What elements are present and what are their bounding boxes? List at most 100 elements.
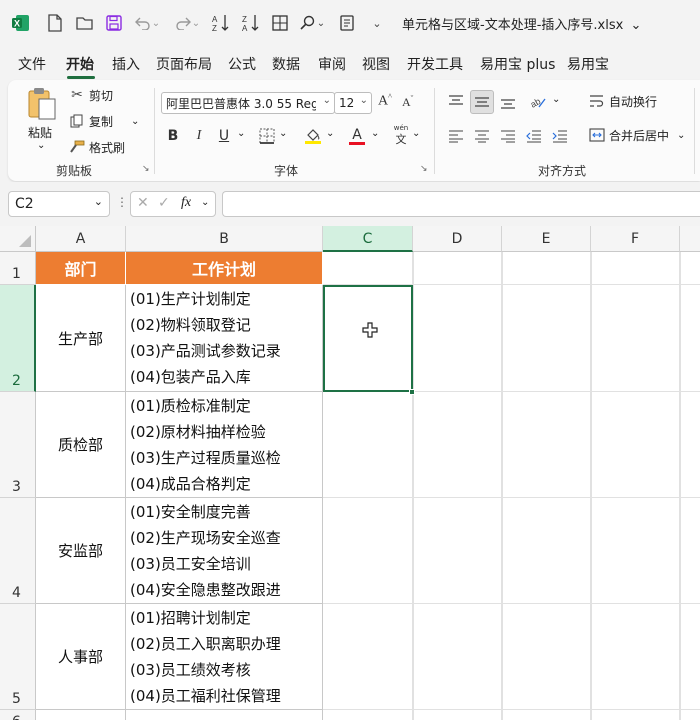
column-header-d[interactable]: D [413,226,502,252]
cell-work-plan[interactable]: (01)招聘计划制定 (02)员工入职离职办理 (03)员工绩效考核 (04)员工福利… [126,604,323,710]
decrease-indent-button[interactable] [522,124,546,148]
copy-button[interactable]: 复制 ⌄ [68,112,139,130]
phonetic-guide-button[interactable]: wén 文 [390,124,412,150]
paste-button[interactable]: 粘贴 ⌄ [20,86,64,154]
borders-button[interactable] [255,124,279,148]
cell-department[interactable]: 人事部 [36,604,126,710]
row-header-4[interactable]: 4 [0,498,36,604]
tab-home[interactable]: 开始 [66,54,94,74]
column-header-b[interactable]: B [126,226,323,252]
column-header-c[interactable]: C [323,226,413,252]
font-dialog-launcher-icon[interactable]: ↘ [420,164,428,174]
borders-icon[interactable] [269,12,291,34]
row-header-3[interactable]: 3 [0,392,36,498]
fill-color-button[interactable] [301,124,325,148]
sort-desc-icon[interactable]: ZA [240,12,262,34]
font-color-button[interactable]: A [345,124,369,148]
tab-insert[interactable]: 插入 [112,54,140,74]
cell-a1-header[interactable]: 部门 [36,252,126,285]
cell-work-plan[interactable]: (01)安全制度完善 (02)生产现场安全巡查 (03)员工安全培训 (04)安全隐患… [126,498,323,604]
align-right-button[interactable] [496,124,520,148]
font-size-value: 12 [339,96,355,110]
merge-center-dropdown-icon[interactable]: ⌄ [677,130,685,141]
merge-center-button[interactable]: 合并后居中 ⌄ [588,126,685,144]
cell-row6[interactable] [126,710,323,720]
cell-work-plan[interactable]: (01)生产计划制定 (02)物料领取登记 (03)产品测试参数记录 (04)包装产品… [126,285,323,392]
cut-button[interactable]: ✂ 剪切 [68,86,113,104]
phonetic-dropdown-icon[interactable]: ⌄ [412,128,420,139]
save-icon[interactable] [103,12,125,34]
underline-dropdown-icon[interactable]: ⌄ [237,128,245,139]
fill-color-dropdown-icon[interactable]: ⌄ [326,128,334,139]
align-bottom-button[interactable] [496,90,520,114]
align-top-button[interactable] [444,90,468,114]
italic-button[interactable]: I [187,124,211,148]
row-header-2[interactable]: 2 [0,285,36,392]
redo-dropdown-icon[interactable]: ⌄ [190,12,202,34]
tab-file[interactable]: 文件 [18,54,46,74]
row-header-6[interactable]: 6 [0,710,36,720]
chevron-down-icon[interactable]: ⌄ [201,197,209,208]
font-color-dropdown-icon[interactable]: ⌄ [371,128,379,139]
find-dropdown-icon[interactable]: ⌄ [315,12,327,34]
column-header-a[interactable]: A [36,226,126,252]
chevron-down-icon[interactable]: ⌄ [94,195,103,208]
align-left-button[interactable] [444,124,468,148]
tab-yiyongbao-plus[interactable]: 易用宝 plus [480,54,555,74]
name-box[interactable]: C2 ⌄ [8,191,110,217]
borders-dropdown-icon[interactable]: ⌄ [279,128,287,139]
customize-qat-icon[interactable]: ⌄ [366,12,388,34]
column-header-e[interactable]: E [502,226,591,252]
wrap-text-icon [588,92,606,110]
tab-developer[interactable]: 开发工具 [407,54,463,74]
more-options-icon[interactable]: ⋮ [116,195,128,209]
cell-department[interactable]: 生产部 [36,285,126,392]
font-color-swatch [349,141,365,145]
open-folder-icon[interactable] [74,12,96,34]
fill-handle[interactable] [409,389,415,395]
cell-work-plan[interactable]: (01)质检标准制定 (02)原材料抽样检验 (03)生产过程质量巡检 (04)成品合… [126,392,323,498]
wrap-text-button[interactable]: 自动换行 [588,92,657,110]
copy-dropdown-icon[interactable]: ⌄ [131,116,139,127]
select-all-button[interactable] [0,226,36,252]
format-painter-button[interactable]: 格式刷 [68,138,125,156]
orientation-dropdown-icon[interactable]: ⌄ [552,94,560,105]
underline-button[interactable]: U [212,124,236,148]
wrap-text-label: 自动换行 [609,94,658,109]
increase-font-size-button[interactable]: A^ [378,92,398,114]
tab-view[interactable]: 视图 [362,54,390,74]
tab-review[interactable]: 审阅 [318,54,346,74]
new-file-icon[interactable] [44,12,66,34]
cancel-icon[interactable]: ✕ [137,195,149,211]
formula-input[interactable] [222,191,700,217]
cell-b1-header[interactable]: 工作计划 [126,252,323,285]
document-title[interactable]: 单元格与区域-文本处理-插入序号.xlsx ⌄ [402,14,641,33]
font-size-select[interactable]: 12 ⌄ [334,92,372,114]
column-header-f[interactable]: F [591,226,680,252]
align-center-button[interactable] [470,124,494,148]
tab-page-layout[interactable]: 页面布局 [156,54,212,74]
cell-department[interactable]: 安监部 [36,498,126,604]
row-header-5[interactable]: 5 [0,604,36,710]
paste-dropdown-icon[interactable]: ⌄ [37,140,45,151]
cell-row6[interactable] [36,710,126,720]
clipboard-dialog-launcher-icon[interactable]: ↘ [142,164,150,174]
tab-data[interactable]: 数据 [272,54,300,74]
decrease-font-size-button[interactable]: Aˇ [402,94,422,116]
increase-indent-button[interactable] [548,124,572,148]
cell-department[interactable]: 质检部 [36,392,126,498]
sort-asc-icon[interactable]: AZ [210,12,232,34]
bold-button[interactable]: B [161,124,185,148]
enter-icon[interactable]: ✓ [158,195,170,211]
column-header-partial[interactable] [680,226,700,252]
tab-yiyongbao[interactable]: 易用宝 [567,54,609,74]
font-name-select[interactable]: 阿里巴巴普惠体 3.0 55 Regular ⌄ [161,92,335,114]
orientation-button[interactable]: ab [526,90,550,114]
row-header-1[interactable]: 1 [0,252,36,285]
worksheet-grid: A B C D E F 1 2 3 4 5 6 部门 工作计划 生产部(01)生… [0,226,700,720]
insert-function-icon[interactable]: fx [181,195,191,211]
tab-formulas[interactable]: 公式 [228,54,256,74]
form-icon[interactable] [336,12,358,34]
align-middle-button[interactable] [470,90,494,114]
undo-dropdown-icon[interactable]: ⌄ [150,12,162,34]
